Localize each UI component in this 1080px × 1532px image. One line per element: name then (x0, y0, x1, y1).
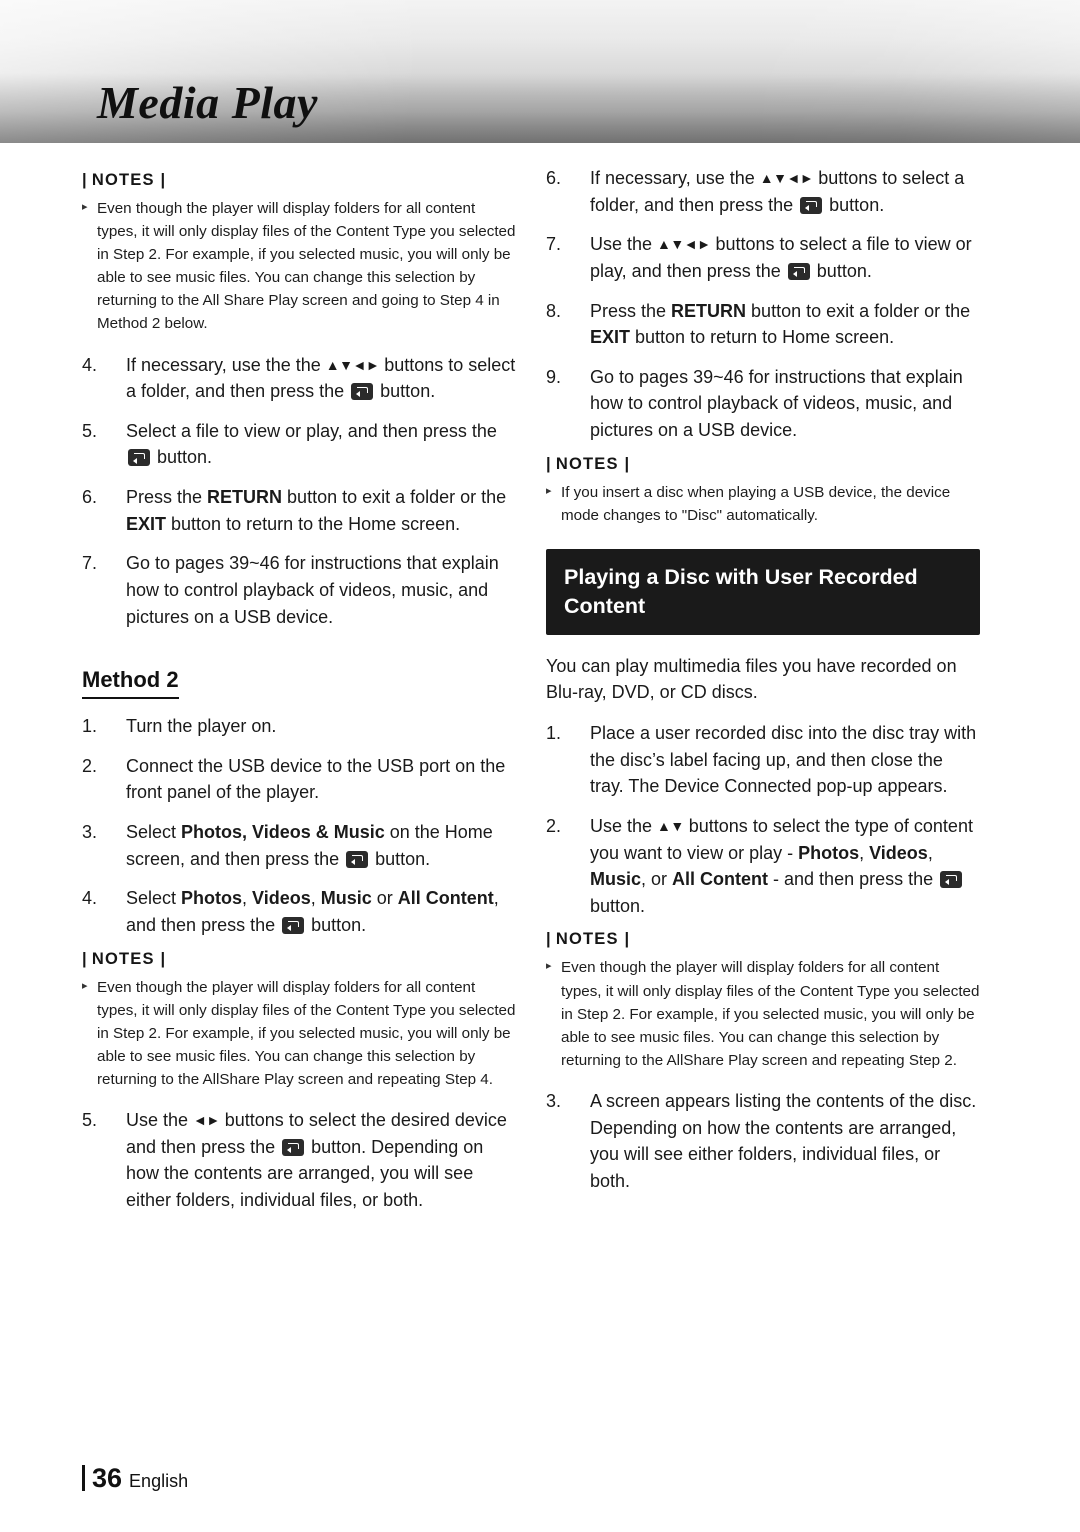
note-item: ▸ Even though the player will display fo… (546, 956, 980, 1071)
step-item: 1. Place a user recorded disc into the d… (546, 720, 980, 800)
notes-bar-icon: | (546, 930, 552, 949)
page-body: | NOTES | ▸ Even though the player will d… (0, 143, 1080, 1532)
section-banner-title: Playing a Disc with User Recorded Conten… (546, 548, 980, 635)
step-text: Go to pages 39~46 for instructions that … (590, 366, 963, 440)
step-item: 8. Press the RETURN button to exit a fol… (546, 298, 980, 351)
step-item: 5. Select a file to view or play, and th… (82, 418, 516, 471)
notes-heading-left-1: | NOTES | (82, 171, 167, 189)
step-text: Turn the player on. (126, 716, 277, 737)
note-item: ▸ Even though the player will display fo… (82, 197, 516, 336)
notes-heading-right-1: | NOTES | (546, 454, 631, 473)
step-text: If necessary, use the the ▲▼◄► buttons t… (126, 354, 516, 402)
direction-arrows-icon: ▲▼◄► (657, 236, 711, 253)
direction-arrows-icon: ▲▼◄► (759, 170, 814, 186)
enter-button-icon (282, 916, 305, 934)
step-text: Use the ▲▼ buttons to select the type of… (590, 815, 973, 916)
step-item: 2. Connect the USB device to the USB por… (82, 753, 516, 806)
notes-heading-right-2: | NOTES | (546, 930, 631, 949)
notes-bar-icon: | (154, 171, 167, 189)
enter-button-icon (940, 871, 963, 889)
page-footer: 36 English (82, 1461, 188, 1494)
footer-rule-decoration (82, 1465, 85, 1491)
right-column: 6. If necessary, use the ▲▼◄► buttons to… (546, 165, 980, 1207)
step-text: Select a file to view or play, and then … (126, 420, 497, 468)
step-text: Select Photos, Videos, Music or All Cont… (126, 888, 499, 935)
direction-arrows-icon: ▲▼ (657, 817, 684, 834)
step-text: Press the RETURN button to exit a folder… (590, 300, 971, 348)
notes-bar-icon: | (82, 949, 88, 968)
step-item: 9. Go to pages 39~46 for instructions th… (546, 364, 980, 444)
notes-bar-icon: | (618, 930, 631, 949)
step-item: 1. Turn the player on. (82, 713, 516, 740)
step-item: 4. If necessary, use the the ▲▼◄► button… (82, 352, 516, 405)
step-text: Select Photos, Videos & Music on the Hom… (126, 822, 493, 869)
enter-button-icon (282, 1138, 305, 1156)
step-item: 5. Use the ◄► buttons to select the desi… (82, 1107, 516, 1214)
step-item: 7. Use the ▲▼◄► buttons to select a file… (546, 231, 980, 284)
step-item: 3. Select Photos, Videos & Music on the … (82, 819, 516, 872)
triangle-bullet-icon: ▸ (546, 484, 552, 497)
enter-button-icon (128, 449, 150, 467)
step-text: Use the ◄► buttons to select the desired… (126, 1110, 507, 1210)
enter-button-icon (351, 383, 374, 401)
page-header: Media Play (0, 0, 1080, 143)
note-item: ▸ If you insert a disc when playing a US… (546, 481, 980, 527)
left-column: | NOTES | ▸ Even though the player will d… (82, 165, 516, 1227)
step-item: 3. A screen appears listing the contents… (546, 1088, 980, 1195)
step-item: 6. If necessary, use the ▲▼◄► buttons to… (546, 165, 980, 218)
section-intro-text: You can play multimedia files you have r… (546, 655, 957, 703)
chapter-title: Media Play (97, 77, 318, 128)
step-text: Press the RETURN button to exit a folder… (126, 487, 507, 534)
page-language-label: English (129, 1471, 189, 1491)
direction-arrows-icon: ▲▼◄► (325, 356, 380, 373)
step-item: 4. Select Photos, Videos, Music or All C… (82, 885, 516, 938)
notes-bar-icon: | (618, 454, 631, 473)
step-text: Go to pages 39~46 for instructions that … (126, 553, 499, 627)
triangle-bullet-icon: ▸ (546, 960, 552, 973)
triangle-bullet-icon: ▸ (82, 979, 88, 992)
step-text: A screen appears listing the contents of… (590, 1090, 977, 1191)
note-item: ▸ Even though the player will display fo… (82, 976, 516, 1091)
notes-heading-left-2: | NOTES | (82, 949, 167, 968)
enter-button-icon (787, 262, 810, 280)
direction-arrows-icon: ◄► (193, 1112, 220, 1129)
notes-bar-icon: | (546, 454, 552, 473)
subsection-heading-method-2: Method 2 (82, 667, 179, 700)
step-text: Connect the USB device to the USB port o… (126, 755, 506, 803)
step-item: 2. Use the ▲▼ buttons to select the type… (546, 813, 980, 920)
notes-bar-icon: | (82, 171, 88, 189)
step-item: 7. Go to pages 39~46 for instructions th… (82, 550, 516, 630)
enter-button-icon (800, 196, 823, 214)
triangle-bullet-icon: ▸ (82, 201, 88, 213)
step-text: Place a user recorded disc into the disc… (590, 723, 977, 797)
step-item: 6. Press the RETURN button to exit a fol… (82, 484, 516, 537)
step-text: Use the ▲▼◄► buttons to select a file to… (590, 234, 972, 281)
notes-bar-icon: | (154, 949, 167, 968)
page-number: 36 (92, 1463, 123, 1493)
enter-button-icon (346, 850, 369, 868)
step-text: If necessary, use the ▲▼◄► buttons to se… (590, 168, 965, 215)
